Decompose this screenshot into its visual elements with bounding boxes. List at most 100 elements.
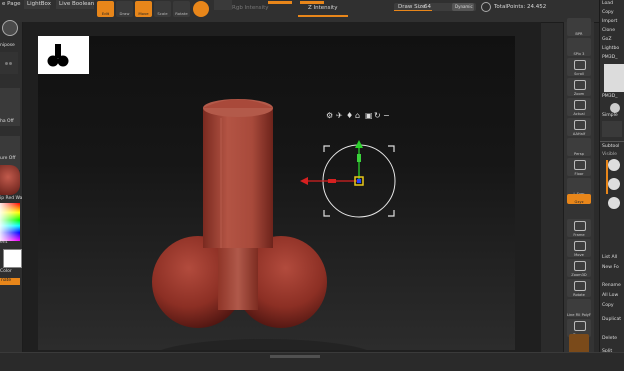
clone-button[interactable]: Clone — [602, 28, 615, 33]
orientation-head[interactable] — [513, 43, 515, 83]
live-boolean-button[interactable]: Live Boolean — [56, 0, 94, 9]
stroke-thumbnail[interactable] — [0, 52, 18, 74]
zoom3d-button[interactable]: Zoom3D — [567, 259, 591, 277]
aahalf-button[interactable]: AAHalf — [567, 118, 591, 136]
reset-icon[interactable] — [481, 2, 491, 12]
mesh-cylinder — [203, 108, 273, 248]
rgb-intensity-slider[interactable] — [268, 1, 292, 4]
scale-button[interactable]: Scale — [154, 1, 171, 17]
alternate-button[interactable]: nate — [0, 278, 20, 285]
move-view-button[interactable]: Move — [567, 239, 591, 257]
scroll-icon — [574, 60, 586, 70]
frame-button[interactable]: Frame — [567, 219, 591, 237]
transp-icon — [574, 321, 586, 331]
goz-button[interactable]: GoZ — [602, 37, 612, 42]
material-label[interactable]: ip Red Wa — [0, 196, 22, 201]
recent-tool-thumb[interactable] — [602, 121, 622, 137]
live-boolean-label: Live Boolean — [59, 1, 95, 7]
zoom3d-label: Zoom3D — [571, 273, 587, 277]
subtool-item-3[interactable] — [608, 197, 620, 209]
move-button[interactable]: Move — [135, 1, 152, 17]
persp-label: Persp — [574, 152, 584, 156]
bpr-button[interactable]: BPR — [567, 18, 591, 36]
rotate-label: Rotate — [175, 11, 188, 16]
mrgb-button[interactable] — [214, 0, 232, 10]
edit-label: Edit — [101, 11, 110, 16]
floor-button[interactable]: Floor — [567, 158, 591, 176]
transform-gizmo[interactable] — [300, 136, 412, 226]
rotate-view-button[interactable]: Rotate — [567, 279, 591, 297]
gxyz-button[interactable]: Gxyz — [567, 194, 591, 204]
actual-button[interactable]: Actual — [567, 98, 591, 116]
rotate-button[interactable]: Rotate — [173, 1, 190, 17]
gizmo-toggle-icon[interactable] — [193, 1, 209, 17]
draw-button[interactable]: Draw — [116, 1, 133, 17]
subtool-item-2[interactable] — [608, 178, 620, 190]
rotate-view-label: Rotate — [573, 293, 585, 297]
subtool-item-1[interactable] — [608, 159, 620, 171]
persp-button[interactable]: Persp — [567, 138, 591, 156]
delete-button[interactable]: Delete — [602, 336, 617, 341]
scale-label: Scale — [157, 11, 168, 16]
gizmo-lock-icon[interactable]: ▣ — [365, 111, 373, 120]
list-all-button[interactable]: List All — [602, 255, 617, 260]
scroll-button[interactable]: Scroll — [567, 58, 591, 76]
copy-subtool-button[interactable]: Copy — [602, 303, 614, 308]
alpha-off-label[interactable]: ha Off — [0, 119, 14, 124]
gizmo-reset-icon[interactable]: ↻ — [374, 111, 381, 120]
sphere-tool-thumb[interactable] — [610, 103, 620, 113]
top-toolbar: e Page LightBox Live Boolean Edit Draw M… — [0, 0, 624, 23]
new-folder-button[interactable]: New Fo — [602, 265, 619, 270]
mesh-model[interactable] — [38, 36, 515, 350]
duplicate-button[interactable]: Duplicat — [602, 317, 621, 322]
palette-divider — [600, 141, 624, 142]
floor-label: Floor — [574, 172, 584, 176]
gradient-label: ent — [0, 240, 8, 245]
zoom-icon — [574, 80, 586, 90]
tool-thumbnail[interactable] — [604, 64, 624, 92]
edit-button[interactable]: Edit — [97, 1, 114, 17]
bottom-tray — [0, 352, 624, 371]
gizmo-home-icon[interactable]: ⌂ — [355, 111, 360, 120]
zoom3d-icon — [574, 261, 586, 271]
3d-viewport[interactable]: ⚙ ✈ ♦ ⌂ ▣ ↻ − — [38, 36, 515, 350]
right-shelf: BPR SPix 3 Scroll Zoom Actual AAHalf Per… — [563, 18, 594, 358]
brush-thumbnail[interactable] — [2, 20, 18, 36]
subtool-header[interactable]: Subtool — [602, 144, 619, 149]
polyframe-label: Line Fill PolyF — [567, 313, 592, 317]
texture-off-label[interactable]: ure Off — [0, 156, 15, 161]
all-low-button[interactable]: All Low — [602, 293, 618, 298]
actual-icon — [574, 100, 586, 110]
gizmo-move-icon[interactable]: ✈ — [336, 111, 343, 120]
frame-label: Frame — [573, 233, 585, 237]
color-label: Color — [0, 269, 12, 274]
gizmo-toolbar[interactable]: ⚙ ✈ ♦ ⌂ ▣ ↻ − — [322, 111, 397, 123]
color-picker[interactable] — [0, 203, 20, 241]
copy-tool-button[interactable]: Copy — [602, 10, 614, 15]
main-color-swatch[interactable] — [3, 249, 22, 268]
page-tab-label[interactable]: e Page — [2, 1, 20, 7]
bpr-label: BPR — [575, 32, 583, 36]
gizmo-gear-icon[interactable]: ⚙ — [326, 111, 333, 120]
gizmo-minus-icon[interactable]: − — [383, 111, 390, 120]
spix-button[interactable]: SPix 3 — [567, 38, 591, 56]
visible-count-label: Visible — [602, 152, 618, 157]
bottom-tray-handle[interactable] — [270, 355, 320, 358]
polyframe-button[interactable]: Line Fill PolyF — [567, 299, 591, 317]
solo-button[interactable] — [569, 334, 589, 354]
spix-label: SPix 3 — [573, 52, 585, 56]
alternate-label: nate — [1, 278, 12, 283]
rename-button[interactable]: Rename — [602, 283, 621, 288]
gizmo-pin-icon[interactable]: ♦ — [346, 111, 353, 120]
lightbox-button[interactable]: LightBox — [24, 0, 51, 9]
dynamic-button[interactable]: Dynamic — [452, 3, 474, 11]
rgb-intensity-label[interactable]: Rgb Intensity — [232, 5, 269, 11]
z-intensity-slider[interactable] — [300, 1, 324, 4]
zoom-button[interactable]: Zoom — [567, 78, 591, 96]
z-intensity-label[interactable]: Z Intensity — [308, 5, 337, 11]
zoom-label: Zoom — [573, 92, 585, 96]
import-button[interactable]: Import — [602, 19, 617, 24]
load-tool-button[interactable]: Load — [602, 1, 613, 6]
material-thumbnail[interactable] — [0, 165, 20, 195]
lightbox-tools-button[interactable]: Lightbo — [602, 46, 619, 51]
